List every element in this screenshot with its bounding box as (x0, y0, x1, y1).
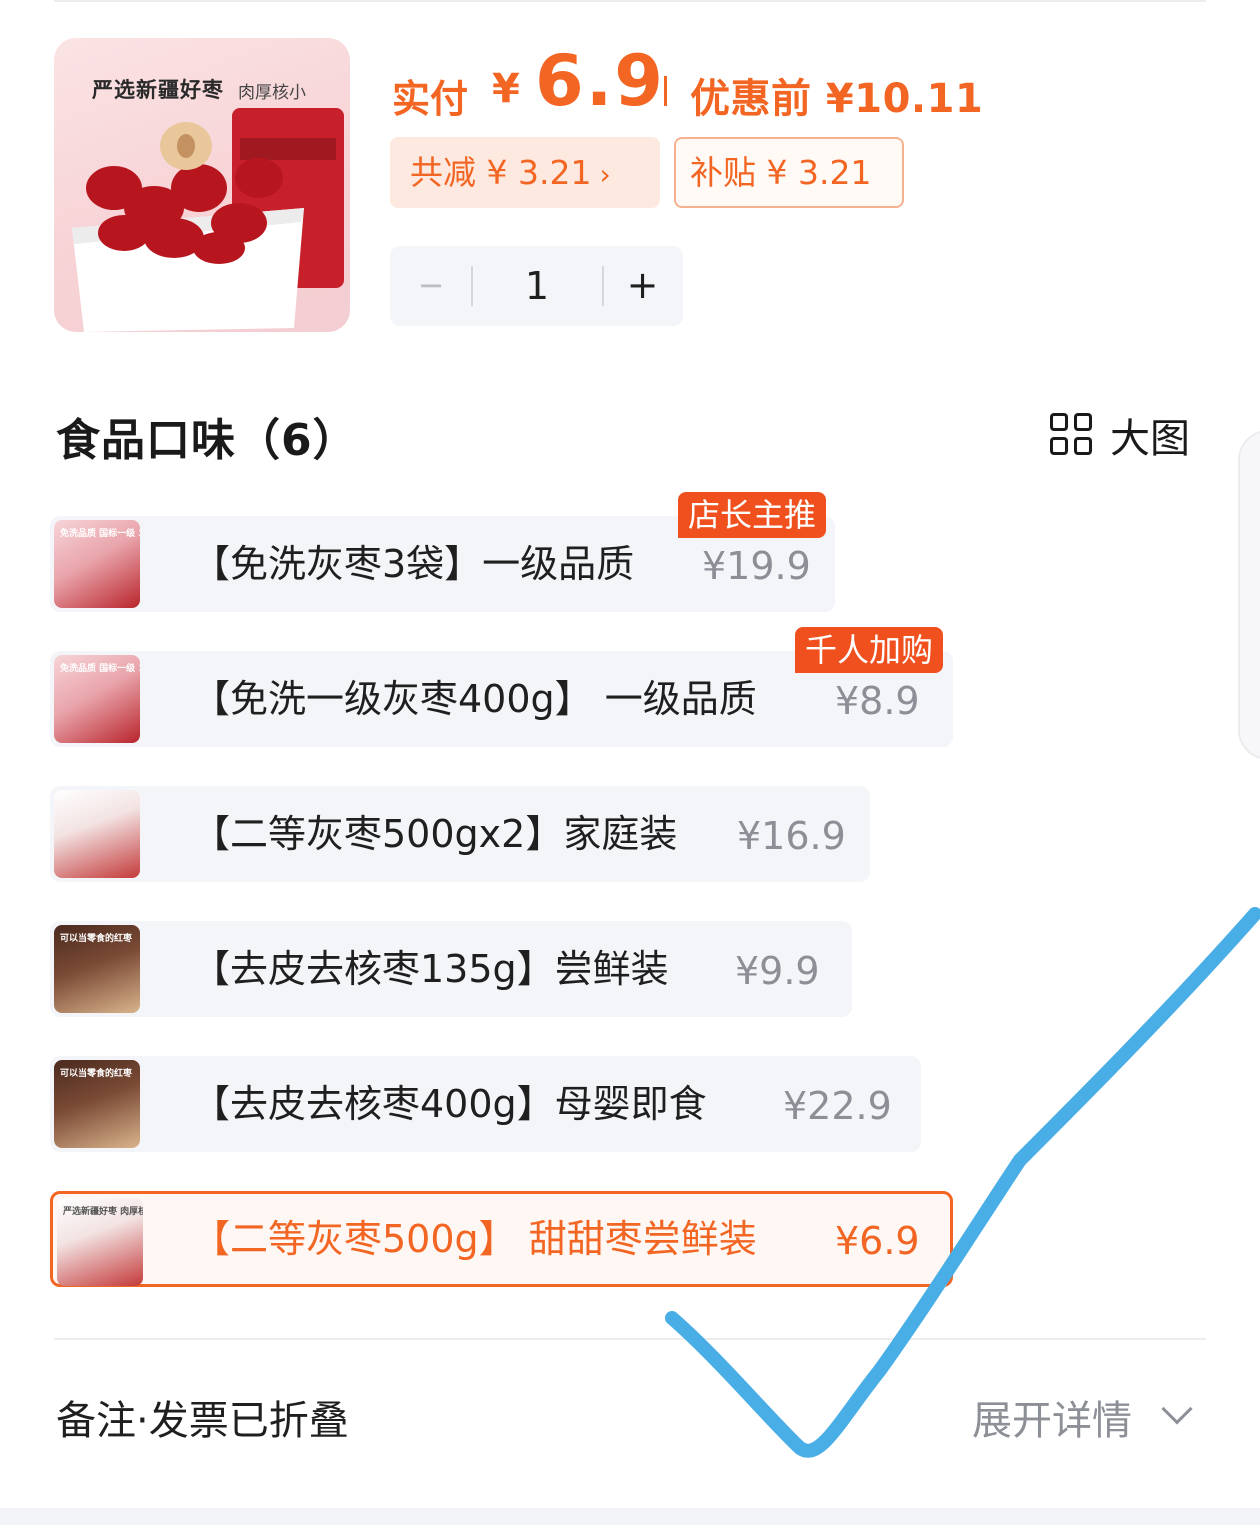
option-name: 【二等灰枣500gx2】家庭装 (192, 812, 678, 856)
option-thumbnail: 免洗品质 国标一级 3袋 (54, 520, 140, 608)
chevron-right-icon: › (599, 158, 611, 191)
side-drawer-edge[interactable] (1238, 430, 1260, 760)
option-thumbnail-caption: 免洗品质 国标一级 3袋 (60, 529, 140, 539)
option-thumbnail: 严选新疆好枣 肉厚核小 (57, 1198, 143, 1286)
large-image-label: 大图 (1110, 416, 1190, 462)
option-name: 【去皮去核枣400g】母婴即食 (192, 1082, 707, 1126)
flavor-option[interactable]: 【二等灰枣500gx2】家庭装 ¥16.9 (50, 786, 870, 882)
price-divider (664, 76, 667, 106)
section-title: 食品口味（6） (56, 415, 358, 466)
total-discount-text: 共减 ¥ 3.21 (410, 153, 592, 192)
option-thumbnail: 可以当零食的红枣 (54, 1060, 140, 1148)
option-name: 【免洗一级灰枣400g】 一级品质 (192, 677, 757, 721)
large-image-toggle[interactable]: 大图 (1050, 410, 1190, 462)
thumbnail-title: 严选新疆好枣 (92, 78, 224, 102)
option-thumbnail (54, 790, 140, 878)
quantity-value[interactable]: 1 (472, 246, 602, 326)
flavor-option[interactable]: 免洗品质 国标一级 3袋 【免洗灰枣3袋】一级品质 ¥19.9 店长主推 (50, 492, 835, 612)
pay-label: 实付 (392, 77, 469, 121)
chevron-down-icon[interactable] (1161, 1393, 1193, 1425)
option-tag: 店长主推 (678, 492, 827, 538)
thumbnail-subtitle: 肉厚核小 (238, 83, 306, 103)
remark-invoice-label: 备注·发票已折叠 (56, 1398, 349, 1444)
option-price: ¥9.9 (735, 949, 820, 993)
product-thumbnail[interactable]: 严选新疆好枣 肉厚核小 (54, 38, 350, 332)
option-thumbnail: 免洗品质 国标一级 1袋 (54, 655, 140, 743)
option-price: ¥22.9 (783, 1084, 892, 1128)
decrease-button[interactable]: − (390, 246, 472, 326)
footer-band (0, 1508, 1260, 1525)
expand-details-button[interactable]: 展开详情 (972, 1388, 1132, 1446)
option-thumbnail-caption: 严选新疆好枣 肉厚核小 (63, 1207, 143, 1217)
flavor-option[interactable]: 可以当零食的红枣 【去皮去核枣135g】尝鲜装 ¥9.9 (50, 921, 852, 1017)
flavor-option-selected[interactable]: 严选新疆好枣 肉厚核小 【二等灰枣500g】 甜甜枣尝鲜装 ¥6.9 (50, 1191, 953, 1287)
option-thumbnail-caption: 免洗品质 国标一级 1袋 (60, 664, 140, 674)
top-divider (54, 0, 1206, 2)
option-price: ¥6.9 (835, 1219, 920, 1263)
pay-amount: 6.9 (535, 40, 666, 122)
option-thumbnail: 可以当零食的红枣 (54, 925, 140, 1013)
subsidy-badge: 补贴 ¥ 3.21 (674, 137, 904, 208)
bottom-divider (54, 1338, 1206, 1340)
flavor-option[interactable]: 可以当零食的红枣 【去皮去核枣400g】母婴即食 ¥22.9 (50, 1056, 921, 1152)
grid-icon (1050, 413, 1094, 457)
pay-currency: ¥ (492, 66, 520, 112)
option-thumbnail-caption: 可以当零食的红枣 (60, 1069, 133, 1079)
quantity-stepper: − 1 + (390, 246, 683, 326)
flavor-option[interactable]: 免洗品质 国标一级 1袋 【免洗一级灰枣400g】 一级品质 ¥8.9 千人加购 (50, 627, 953, 747)
option-price: ¥16.9 (737, 814, 846, 858)
original-price: 优惠前 ¥10.11 (690, 76, 984, 122)
option-name: 【免洗灰枣3袋】一级品质 (192, 542, 635, 586)
option-tag: 千人加购 (795, 627, 944, 673)
increase-button[interactable]: + (602, 246, 683, 326)
option-name: 【二等灰枣500g】 甜甜枣尝鲜装 (192, 1217, 757, 1261)
option-thumbnail-caption: 可以当零食的红枣 (60, 934, 133, 944)
option-name: 【去皮去核枣135g】尝鲜装 (192, 947, 669, 991)
total-discount-badge[interactable]: 共减 ¥ 3.21 › (390, 137, 660, 208)
